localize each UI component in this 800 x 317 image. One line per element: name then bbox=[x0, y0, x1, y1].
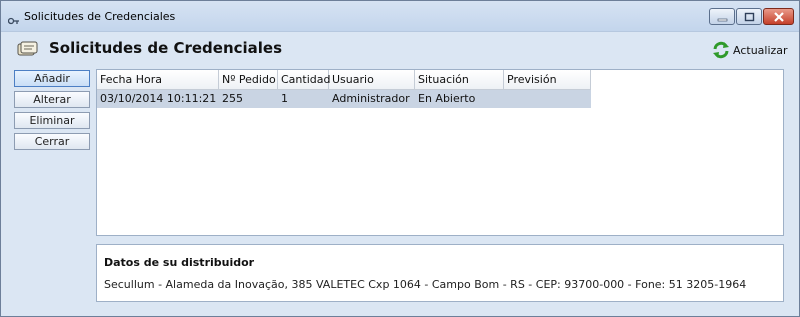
cell-cantidad: 1 bbox=[281, 92, 288, 105]
cell-usuario: Administrador bbox=[332, 92, 410, 105]
window-title: Solicitudes de Credenciales bbox=[24, 10, 176, 23]
distributor-details: Secullum - Alameda da Inovação, 385 VALE… bbox=[104, 278, 747, 291]
refresh-label: Actualizar bbox=[733, 44, 788, 57]
column-header-situacion[interactable]: Situación bbox=[415, 70, 504, 89]
column-header-cantidad[interactable]: Cantidad bbox=[278, 70, 330, 89]
maximize-button[interactable] bbox=[736, 8, 762, 25]
credentials-icon bbox=[17, 40, 39, 58]
column-header-usuario[interactable]: Usuario bbox=[329, 70, 415, 89]
cell-situacion: En Abierto bbox=[418, 92, 476, 105]
column-header-pedido[interactable]: Nº Pedido bbox=[219, 70, 278, 89]
distributor-title: Datos de su distribuidor bbox=[104, 256, 255, 269]
cell-fecha-hora: 03/10/2014 10:11:21 bbox=[100, 92, 217, 105]
cell-prevision bbox=[504, 90, 507, 108]
add-button[interactable]: Añadir bbox=[14, 70, 90, 87]
edit-button[interactable]: Alterar bbox=[14, 91, 90, 108]
close-button[interactable]: Cerrar bbox=[14, 133, 90, 150]
distributor-panel: Datos de su distribuidor Secullum - Alam… bbox=[96, 244, 784, 302]
app-window: Solicitudes de Credenciales Solicitudes … bbox=[0, 0, 800, 317]
table-header: Fecha Hora Nº Pedido Cantidad Usuario Si… bbox=[97, 70, 591, 90]
minimize-button[interactable] bbox=[709, 8, 735, 25]
page-title: Solicitudes de Credenciales bbox=[49, 39, 283, 57]
title-bar[interactable]: Solicitudes de Credenciales bbox=[1, 1, 799, 32]
close-icon bbox=[774, 12, 784, 22]
close-window-button[interactable] bbox=[763, 8, 794, 25]
table-row[interactable]: 03/10/2014 10:11:21 255 1 Administrador … bbox=[97, 90, 591, 108]
column-header-prevision[interactable]: Previsión bbox=[504, 70, 591, 89]
maximize-icon bbox=[744, 12, 755, 22]
minimize-icon bbox=[717, 18, 728, 22]
requests-table[interactable]: Fecha Hora Nº Pedido Cantidad Usuario Si… bbox=[96, 69, 784, 236]
column-header-fecha-hora[interactable]: Fecha Hora bbox=[97, 70, 219, 89]
delete-button[interactable]: Eliminar bbox=[14, 112, 90, 129]
key-icon bbox=[7, 11, 20, 25]
cell-pedido: 255 bbox=[222, 92, 243, 105]
refresh-icon bbox=[712, 41, 730, 59]
